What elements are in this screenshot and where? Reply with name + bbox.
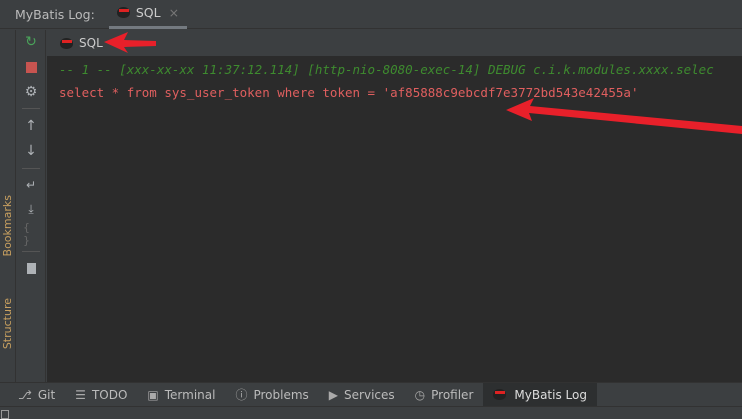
side-toolbar: ↻ ⚙ ↑ ↓ ↵ ⤓ { } [16,30,46,382]
scroll-to-end-icon[interactable]: ⤓ [23,201,39,217]
bottom-tab-git[interactable]: ⎇ Git [8,383,65,407]
trash-icon[interactable] [23,260,39,276]
log-sql-line: select * from sys_user_token where token… [59,85,639,100]
alert-icon: ⓘ [235,388,248,402]
status-bar [0,406,742,419]
ninja-icon [493,389,507,400]
format-braces-icon[interactable]: { } [23,221,39,247]
bottom-tab-todo[interactable]: ☰ TODO [65,383,137,407]
tool-window-title: MyBatis Log: [15,6,95,22]
ninja-icon [60,37,73,49]
soft-wrap-icon[interactable]: ↵ [23,177,39,193]
left-stripe: Bookmarks Structure [0,30,16,406]
bookmarks-tab[interactable]: Bookmarks [1,195,14,256]
rerun-icon[interactable]: ↻ [23,34,39,50]
stop-icon[interactable] [23,59,39,75]
arrow-up-icon[interactable]: ↑ [23,118,39,134]
profiler-icon: ◷ [414,387,426,402]
bottom-tab-problems[interactable]: ⓘ Problems [225,383,318,407]
list-icon: ☰ [75,387,86,402]
bottom-tab-profiler[interactable]: ◷ Profiler [405,383,484,407]
bottom-tab-terminal[interactable]: ▣ Terminal [137,383,225,407]
console-title: SQL [79,36,103,50]
services-icon: ▶ [328,387,339,402]
log-output[interactable]: -- 1 -- [xxx-xx-xx 11:37:12.114] [http-n… [47,56,742,382]
console-header: SQL [47,30,742,56]
arrow-down-icon[interactable]: ↓ [23,143,39,159]
git-branch-icon: ⎇ [18,387,32,402]
gear-icon[interactable]: ⚙ [23,84,39,100]
tab-sql[interactable]: SQL × [108,0,188,29]
ninja-icon [116,7,130,18]
structure-tab[interactable]: Structure [1,298,14,349]
close-icon[interactable]: × [169,5,179,20]
terminal-icon: ▣ [147,387,159,402]
tab-label: SQL [135,5,161,20]
tool-window-header: MyBatis Log: SQL × [0,0,742,29]
bottom-tool-bar: ⎇ Git ☰ TODO ▣ Terminal ⓘ Problems ▶ Services… [0,382,742,407]
bottom-tab-services[interactable]: ▶ Services [319,383,405,407]
bottom-tab-mybatis-log[interactable]: MyBatis Log [483,382,597,407]
log-comment-line: -- 1 -- [xxx-xx-xx 11:37:12.114] [http-n… [59,62,714,77]
